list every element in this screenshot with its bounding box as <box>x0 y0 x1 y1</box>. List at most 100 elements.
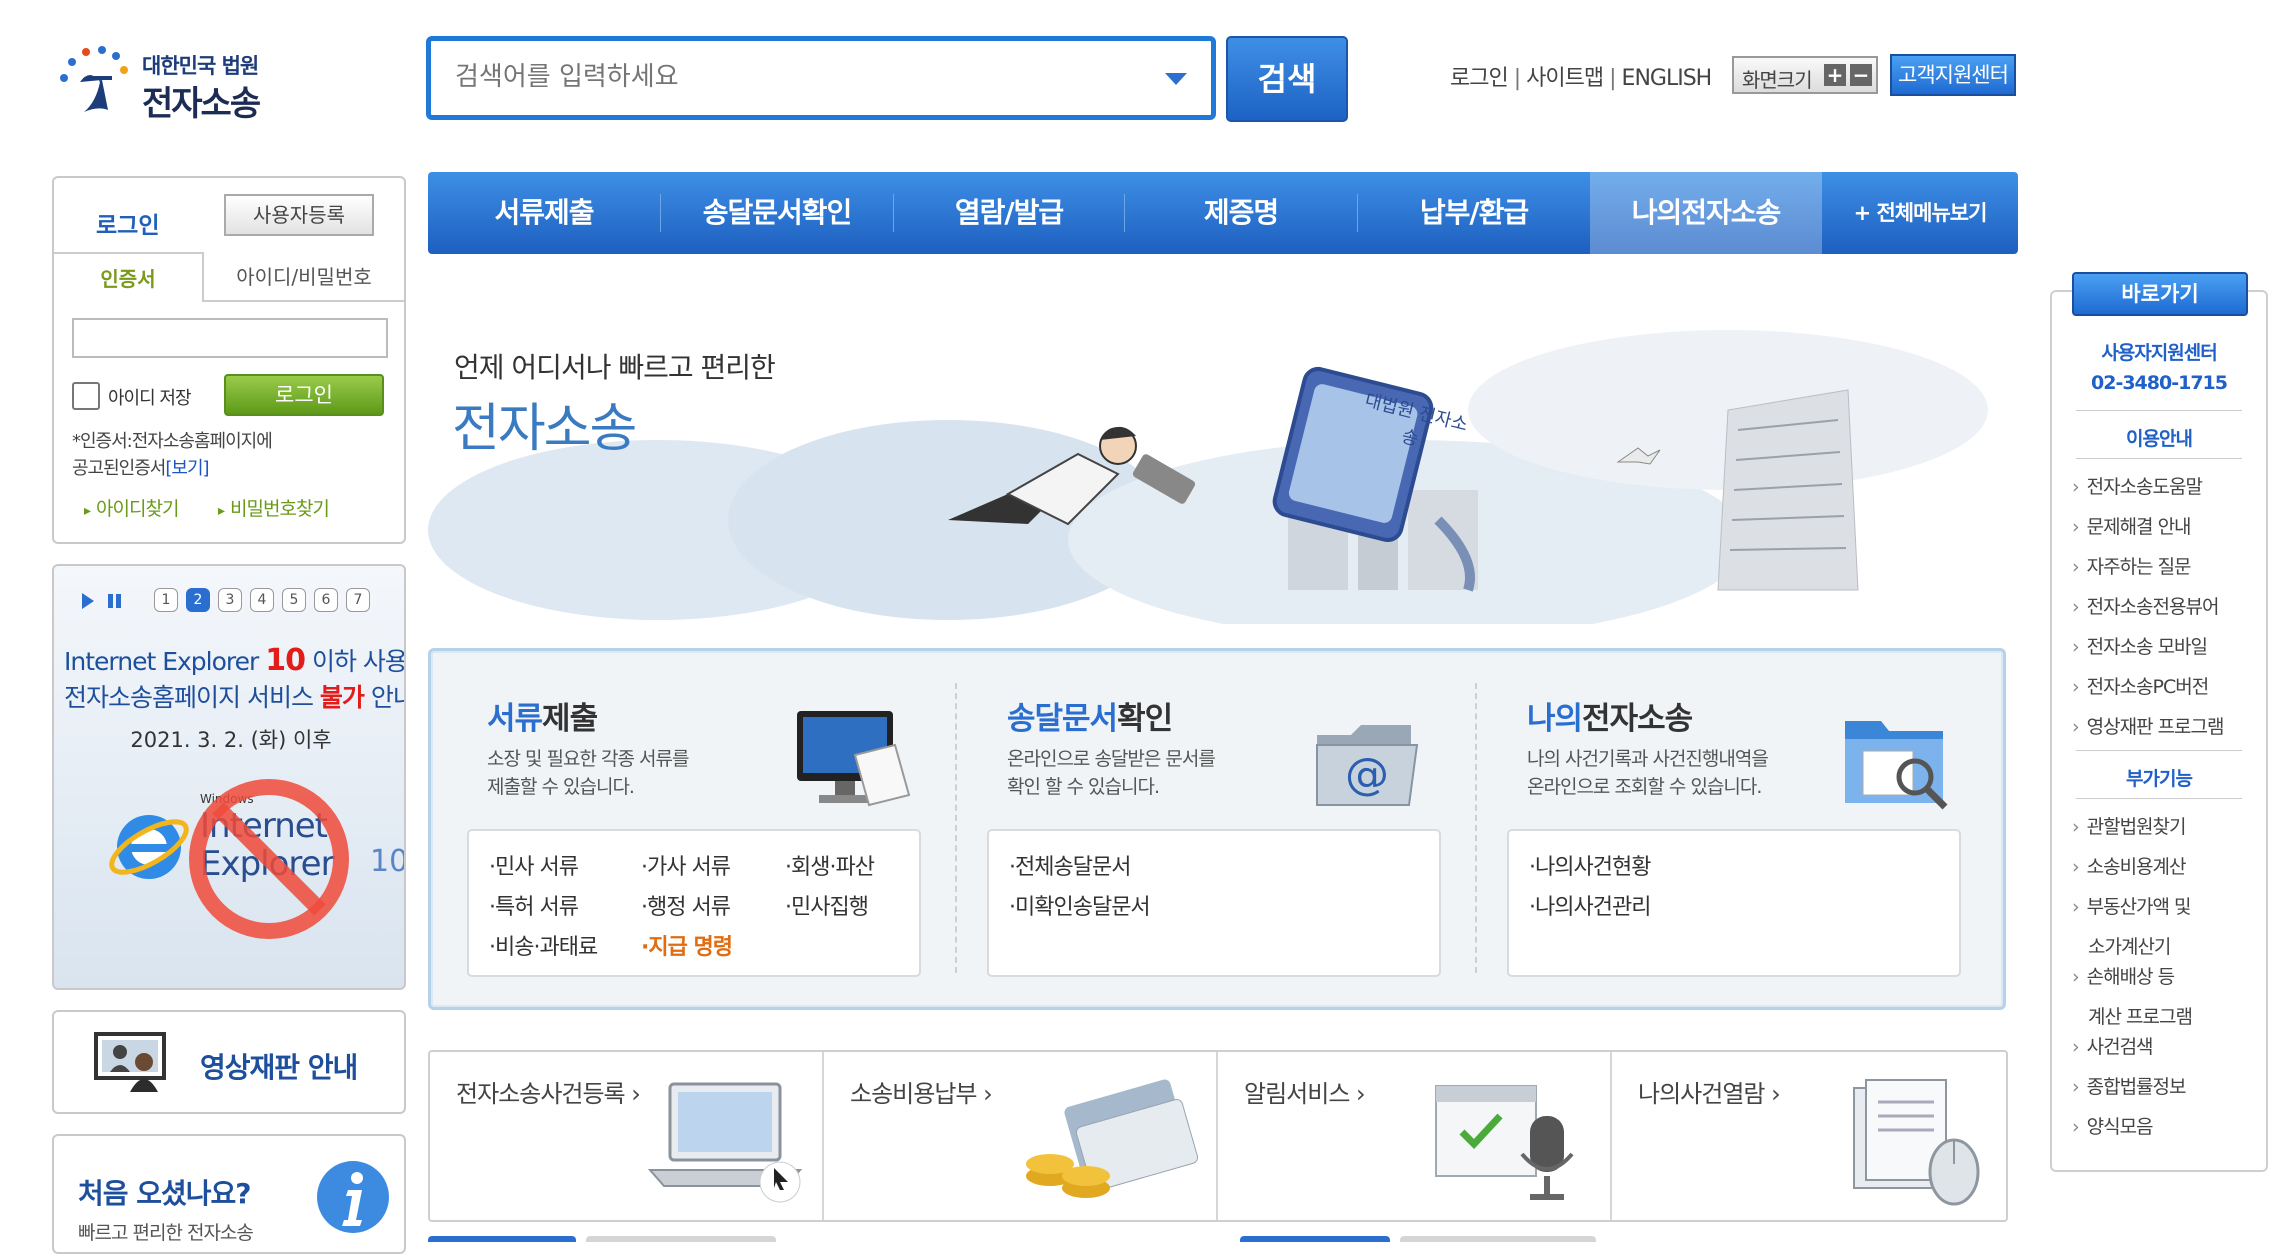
play-icon[interactable] <box>80 590 96 612</box>
notice-text: 전자소송홈페이지 서비스 <box>64 683 320 712</box>
zoom-in-button[interactable]: + <box>1824 64 1846 86</box>
link-pc-version[interactable]: 전자소송PC버전 <box>2072 672 2210 702</box>
first-visit-subtitle: 빠르고 편리한 전자소송 <box>78 1222 254 1244</box>
link-my-case-status[interactable]: ·나의사건현황 <box>1529 849 1651 881</box>
service-title-highlight: 나의 <box>1527 701 1583 737</box>
link-unconfirmed-served-documents[interactable]: ·미확인송달문서 <box>1009 889 1151 921</box>
zoom-out-button[interactable]: − <box>1850 64 1872 86</box>
link-payment-order[interactable]: ·지급 명령 <box>641 929 733 961</box>
search-input[interactable] <box>453 61 1137 93</box>
link-dedicated-viewer[interactable]: 전자소송전용뷰어 <box>2072 592 2220 622</box>
link-find-jurisdiction[interactable]: 관할법원찾기 <box>2072 812 2187 842</box>
divider <box>2076 458 2242 459</box>
support-center-link[interactable]: 사용자지원센터 <box>2052 338 2266 365</box>
find-password-link[interactable]: ▸ 비밀번호찾기 <box>218 494 330 521</box>
link-noncontentious-fines[interactable]: ·비송·과태료 <box>489 929 598 961</box>
link-mobile[interactable]: 전자소송 모바일 <box>2072 632 2208 662</box>
login-panel: 로그인 사용자등록 인증서 아이디/비밀번호 아이디 저장 로그인 *인증서:전… <box>52 176 406 544</box>
carousel-page-5[interactable]: 5 <box>282 588 306 612</box>
nav-check-served-documents[interactable]: 송달문서확인 <box>661 172 893 254</box>
link-real-estate-value[interactable]: 부동산가액 및 <box>2072 892 2192 922</box>
search-button[interactable]: 검색 <box>1226 36 1348 122</box>
nav-payment-refund[interactable]: 납부/환급 <box>1358 172 1590 254</box>
zoom-control: 화면크기 + − <box>1732 56 1878 94</box>
login-link[interactable]: 로그인 <box>1450 66 1509 91</box>
court-logo[interactable]: 대한민국 법원 전자소송 <box>58 42 278 124</box>
link-fee-calculator[interactable]: 소송비용계산 <box>2072 852 2187 882</box>
link-form-collection[interactable]: 양식모음 <box>2072 1112 2154 1142</box>
view-certificates-link[interactable]: [보기] <box>165 458 209 479</box>
link-video-trial-program[interactable]: 영상재판 프로그램 <box>2072 712 2225 742</box>
bottom-tab-stub <box>1240 1236 1390 1242</box>
quick-e-case-registration[interactable]: 전자소송사건등록 › <box>430 1052 824 1220</box>
laptop-icon <box>647 1082 803 1203</box>
link-faq[interactable]: 자주하는 질문 <box>2072 552 2192 582</box>
english-link[interactable]: ENGLISH <box>1622 66 1713 91</box>
link-real-estate-value-cont[interactable]: 소가계산기 <box>2088 932 2171 959</box>
quick-notification-service[interactable]: 알림서비스 › <box>1218 1052 1612 1220</box>
search-box[interactable] <box>426 36 1216 120</box>
save-id-checkbox[interactable] <box>72 382 100 410</box>
link-damages-cont[interactable]: 계산 프로그램 <box>2088 1002 2193 1029</box>
service-description: 소장 및 필요한 각종 서류를 제출할 수 있습니다. <box>487 745 689 801</box>
link-case-search[interactable]: 사건검색 <box>2072 1032 2154 1062</box>
certificate-note: *인증서:전자소송홈페이지에 공고된인증서[보기] <box>72 428 273 482</box>
carousel-page-4[interactable]: 4 <box>250 588 274 612</box>
carousel-page-1[interactable]: 1 <box>154 588 178 612</box>
quick-links-bar: 전자소송사건등록 › 소송비용납부 › 알림서비스 › 나의사건열람 › <box>428 1050 2008 1222</box>
link-rehabilitation-bankruptcy[interactable]: ·회생·파산 <box>785 849 875 881</box>
first-visit-banner[interactable]: 처음 오셨나요? 빠르고 편리한 전자소송 <box>52 1134 406 1254</box>
folder-search-icon <box>1845 721 1948 810</box>
service-list: ·나의사건현황 ·나의사건관리 <box>1507 829 1961 977</box>
link-my-case-management[interactable]: ·나의사건관리 <box>1529 889 1651 921</box>
carousel-page-6[interactable]: 6 <box>314 588 338 612</box>
find-id-link[interactable]: ▸ 아이디찾기 <box>84 494 179 521</box>
link-family-documents[interactable]: ·가사 서류 <box>641 849 731 881</box>
nav-submit-documents[interactable]: 서류제출 <box>428 172 660 254</box>
sitemap-link[interactable]: 사이트맵 <box>1526 66 1604 91</box>
search-dropdown-icon[interactable] <box>1165 73 1187 85</box>
prohibited-icon <box>189 779 349 939</box>
video-conference-icon <box>94 1032 166 1092</box>
link-damages[interactable]: 손해배상 등 <box>2072 962 2175 992</box>
link-e-litigation-help[interactable]: 전자소송도움말 <box>2072 472 2203 502</box>
carousel-page-2[interactable]: 2 <box>186 588 210 612</box>
nav-my-e-litigation[interactable]: 나의전자소송 <box>1590 172 1822 254</box>
service-title[interactable]: 송달문서확인 <box>1007 693 1173 738</box>
link-patent-documents[interactable]: ·특허 서류 <box>489 889 579 921</box>
court-emblem-icon <box>60 46 128 112</box>
notice-version: 10 <box>265 643 306 678</box>
video-trial-label: 영상재판 안내 <box>200 1051 358 1084</box>
register-button[interactable]: 사용자등록 <box>224 194 374 236</box>
quick-litigation-fee-payment[interactable]: 소송비용납부 › <box>824 1052 1218 1220</box>
carousel-page-3[interactable]: 3 <box>218 588 242 612</box>
link-civil-documents[interactable]: ·민사 서류 <box>489 849 579 881</box>
link-civil-execution[interactable]: ·민사집행 <box>785 889 869 921</box>
video-trial-banner[interactable]: 영상재판 안내 <box>52 1010 406 1114</box>
nav-view-issue[interactable]: 열람/발급 <box>894 172 1124 254</box>
desc-line: 제출할 수 있습니다. <box>487 776 635 798</box>
certificate-input[interactable] <box>72 318 388 358</box>
ie-unsupported-graphic[interactable]: Windows Internet Explorer 10 <box>104 772 404 972</box>
service-list: ·민사 서류 ·가사 서류 ·회생·파산 ·특허 서류 ·행정 서류 ·민사집행… <box>467 829 921 977</box>
calendar-microphone-icon <box>1435 1085 1574 1200</box>
service-title[interactable]: 나의전자소송 <box>1527 693 1693 738</box>
nav-certificates[interactable]: 제증명 <box>1125 172 1357 254</box>
help-center-button[interactable]: 고객지원센터 <box>1890 54 2016 96</box>
top-links: 로그인 | 사이트맵 | ENGLISH <box>1450 60 1713 92</box>
tab-id-password[interactable]: 아이디/비밀번호 <box>204 252 404 302</box>
notice-line-2: 전자소송홈페이지 서비스 불가 안내 <box>64 678 404 714</box>
link-troubleshooting[interactable]: 문제해결 안내 <box>2072 512 2192 542</box>
link-all-served-documents[interactable]: ·전체송달문서 <box>1009 849 1131 881</box>
quick-my-case-view[interactable]: 나의사건열람 › <box>1612 1052 2006 1220</box>
nav-all-menu[interactable]: + 전체메뉴보기 <box>1822 172 2018 254</box>
tab-certificate[interactable]: 인증서 <box>54 252 204 302</box>
link-legal-information[interactable]: 종합법률정보 <box>2072 1072 2187 1102</box>
banner-subtitle: 언제 어디서나 빠르고 편리한 <box>454 351 776 384</box>
service-title-highlight: 서류 <box>487 701 543 737</box>
login-button[interactable]: 로그인 <box>224 374 384 416</box>
pause-icon[interactable] <box>106 590 124 612</box>
service-title[interactable]: 서류제출 <box>487 693 598 738</box>
link-administrative-documents[interactable]: ·행정 서류 <box>641 889 731 921</box>
carousel-page-7[interactable]: 7 <box>346 588 370 612</box>
